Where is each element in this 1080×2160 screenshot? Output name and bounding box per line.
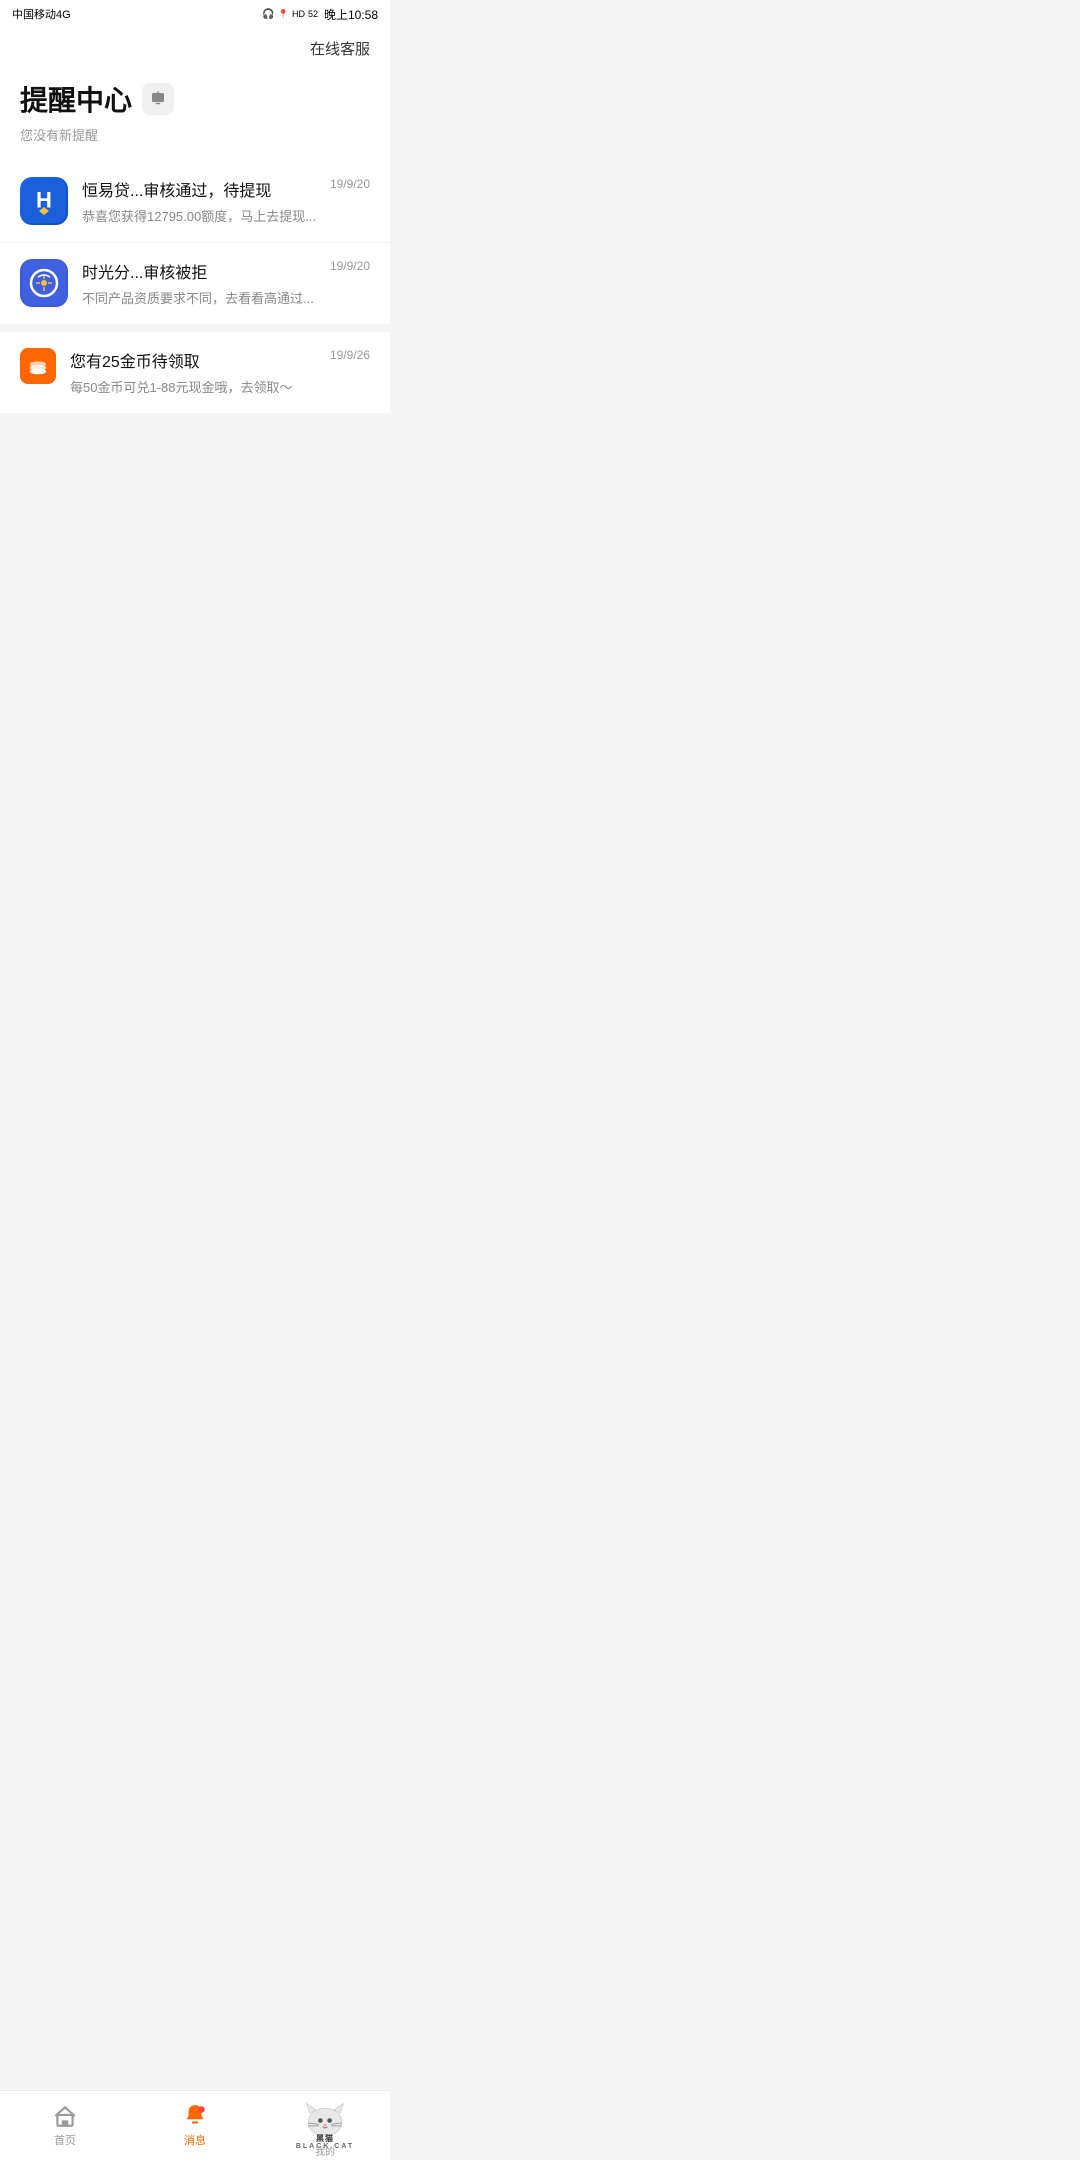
coin-notification-title: 您有25金币待领取 (70, 348, 200, 372)
page-title: 提醒中心 (20, 79, 132, 119)
coin-title-row: 您有25金币待领取 19/9/26 (70, 348, 370, 372)
coin-notification-date: 19/9/26 (330, 348, 370, 362)
signal-icons: HD (292, 9, 305, 19)
loan-notifications-card: H 恒易贷...审核通过，待提现 19/9/20 恭喜您获得12795.00额度… (0, 161, 390, 324)
shiguang-notification-date: 19/9/20 (330, 259, 370, 273)
henyi-app-icon: H (20, 177, 68, 225)
nav-home-label: 首页 (54, 2132, 76, 2148)
coin-notification-desc: 每50金币可兑1-88元现金哦，去领取～ (70, 380, 292, 395)
henyi-notification-title: 恒易贷...审核通过，待提现 (82, 177, 322, 201)
coin-notification-body: 您有25金币待领取 19/9/26 每50金币可兑1-88元现金哦，去领取～ (70, 348, 370, 397)
henyi-notification-body: 恒易贷...审核通过，待提现 19/9/20 恭喜您获得12795.00额度，马… (82, 177, 370, 226)
coin-notification-item[interactable]: 您有25金币待领取 19/9/26 每50金币可兑1-88元现金哦，去领取～ (0, 332, 390, 413)
bell-settings-button[interactable] (142, 83, 174, 115)
nav-mine-label: 我的 (315, 2143, 335, 2158)
location-icon: 📍 (278, 9, 289, 20)
henyi-notification-item[interactable]: H 恒易贷...审核通过，待提现 19/9/20 恭喜您获得12795.00额度… (0, 161, 390, 243)
no-notification-text: 您没有新提醒 (20, 128, 98, 143)
page-title-row: 提醒中心 (20, 79, 370, 119)
shiguang-notification-desc: 不同产品资质要求不同，去看看高通过... (82, 291, 314, 306)
alarm-icon (149, 90, 167, 108)
henyi-notification-desc: 恭喜您获得12795.00额度，马上去提现... (82, 209, 316, 224)
shiguang-title-row: 时光分...审核被拒 19/9/20 (82, 259, 370, 283)
henyi-logo-svg: H (22, 179, 66, 223)
header: 在线客服 (0, 28, 390, 67)
nav-message-label: 消息 (184, 2132, 206, 2148)
empty-content-area (0, 421, 390, 821)
shiguang-notification-item[interactable]: 时光分...审核被拒 19/9/20 不同产品资质要求不同，去看看高通过... (0, 243, 390, 324)
content-area: H 恒易贷...审核通过，待提现 19/9/20 恭喜您获得12795.00额度… (0, 161, 390, 821)
henyi-title-row: 恒易贷...审核通过，待提现 19/9/20 (82, 177, 370, 201)
henyi-notification-date: 19/9/20 (330, 177, 370, 191)
message-bell-icon (182, 2103, 208, 2129)
shiguang-logo-svg (22, 261, 66, 305)
time-text: 晚上10:58 (324, 6, 378, 23)
nav-home[interactable]: 首页 (0, 2095, 130, 2156)
headphone-icon: 🎧 (262, 9, 274, 20)
status-bar: 中国移动4G 🎧 📍 HD 52 晚上10:58 (0, 0, 390, 28)
shiguang-notification-title: 时光分...审核被拒 (82, 259, 322, 283)
shiguang-app-icon (20, 259, 68, 307)
battery-icon: 52 (308, 9, 318, 19)
coin-stacks-icon (27, 355, 49, 377)
bottom-navigation: 首页 消息 (0, 2090, 390, 2160)
nav-mine[interactable]: 黑猫 BLACK CAT 我的 (260, 2091, 390, 2159)
coin-notification-card: 您有25金币待领取 19/9/26 每50金币可兑1-88元现金哦，去领取～ (0, 332, 390, 413)
home-icon (52, 2103, 78, 2129)
shiguang-notification-body: 时光分...审核被拒 19/9/20 不同产品资质要求不同，去看看高通过... (82, 259, 370, 308)
carrier-text: 中国移动4G (12, 6, 71, 22)
online-service-button[interactable]: 在线客服 (310, 38, 370, 59)
title-area: 提醒中心 您没有新提醒 (0, 67, 390, 161)
coin-app-icon (20, 348, 56, 384)
nav-message[interactable]: 消息 (130, 2095, 260, 2156)
status-right-icons: 🎧 📍 HD 52 晚上10:58 (262, 6, 378, 23)
